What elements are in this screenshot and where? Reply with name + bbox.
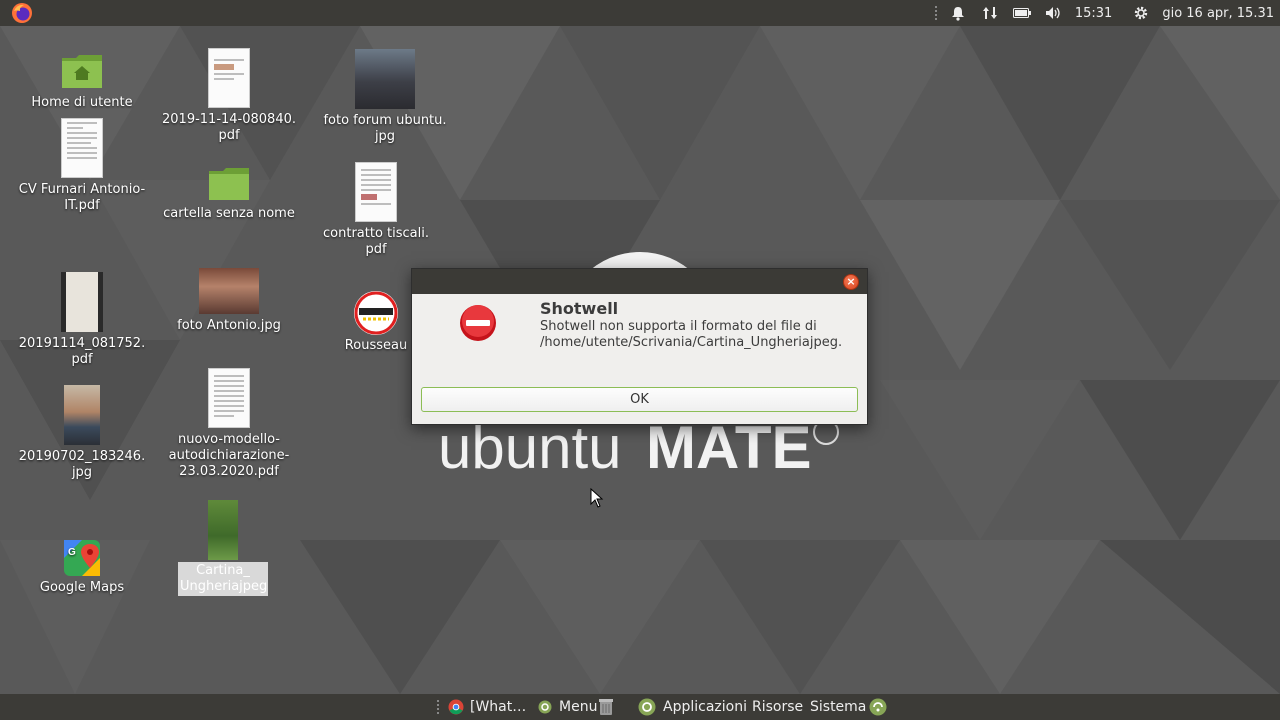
desktop-icon-cartella-senza-nome[interactable]: cartella senza nome [159,166,299,222]
panel-handle [437,694,439,720]
panel-clock[interactable]: 15:31 [1075,6,1112,21]
dialog-message-line: /home/utente/Scrivania/Cartina_Ungheriaj… [540,335,843,350]
menu-label: Menu [559,699,598,715]
battery-icon[interactable] [1011,2,1033,24]
menu-button[interactable]: Menu [538,694,597,720]
desktop-icon-nuovo-modello-pdf[interactable]: nuovo-modello- autodichiarazione- 23.03.… [159,368,299,480]
desktop-icon-rousseau[interactable]: Rousseau [336,290,416,354]
sistema-label: Sistema [810,699,867,715]
google-maps-icon: G [64,540,100,576]
mouse-cursor-icon [590,488,604,508]
pdf-thumbnail-icon [208,368,250,428]
desktop-icon-label: foto forum ubuntu. jpg [323,113,447,144]
firefox-icon[interactable] [11,2,33,24]
rousseau-logo-icon [354,291,398,335]
mate-logo-icon [538,700,552,714]
chrome-icon [448,699,464,715]
panel-separator [934,6,937,20]
photo-thumbnail-icon [64,385,100,445]
desktop-icon-label: CV Furnari Antonio- IT.pdf [18,182,146,213]
dialog-titlebar[interactable]: × [412,269,867,294]
desktop-icon-foto-forum-ubuntu[interactable]: foto forum ubuntu. jpg [315,49,455,145]
network-arrows-icon[interactable] [979,2,1001,24]
desktop-icon-label: 20191114_081752. pdf [18,336,146,367]
desktop-icon-label-selected: Cartina_ Ungheriajpeg [178,562,268,596]
desktop-icon-google-maps[interactable]: G Google Maps [22,538,142,596]
photo-thumbnail-icon [199,268,259,314]
home-folder-icon [62,55,102,88]
desktop-icon-label: Rousseau [344,338,408,353]
volume-icon[interactable] [1043,2,1065,24]
pdf-thumbnail-icon [61,118,103,178]
pdf-thumbnail-icon [208,48,250,108]
dialog-title: Shotwell [540,299,619,318]
desktop-icon-2019-11-14-pdf[interactable]: 2019-11-14-080840. pdf [159,48,299,144]
svg-text:G: G [68,547,76,558]
desktop-icon-label: foto Antonio.jpg [177,318,281,333]
desktop-icon-contratto-tiscali[interactable]: contratto tiscali. pdf [306,162,446,258]
close-icon[interactable]: × [843,274,859,290]
taskbar-button-label: [What… [470,699,527,715]
sistema-menu[interactable]: Sistema [810,694,866,720]
applicazioni-label: Applicazioni [663,699,747,715]
desktop-icon-home[interactable]: Home di utente [22,52,142,111]
taskbar-button-whatsapp[interactable]: [What… [448,694,526,720]
trash-icon[interactable] [598,694,614,720]
folder-icon [209,168,249,200]
panel-datetime[interactable]: gio 16 apr, 15.31 [1162,6,1274,21]
desktop-icon-cv-pdf[interactable]: CV Furnari Antonio- IT.pdf [12,118,152,214]
shotwell-error-dialog: × Shotwell Shotwell non supporta il form… [411,268,868,425]
desktop-icon-20191114-pdf[interactable]: 20191114_081752. pdf [12,272,152,368]
photo-thumbnail-icon [355,49,415,109]
dialog-message-line: Shotwell non supporta il formato del fil… [540,319,817,334]
desktop-icon-label: Home di utente [31,95,133,110]
desktop-icon-label: cartella senza nome [163,206,295,221]
desktop-icon-label: 2019-11-14-080840. pdf [162,112,296,143]
risorse-menu[interactable]: Risorse [752,694,803,720]
desktop-icon-label: 20190702_183246. jpg [18,449,146,480]
pdf-thumbnail-icon [355,162,397,222]
ubuntu-mate-welcome-icon[interactable] [869,694,887,720]
settings-gear-icon[interactable] [1130,2,1152,24]
system-tray: 15:31 gio 16 apr, 15.31 [934,0,1280,26]
mate-logo-icon [638,698,656,716]
applicazioni-menu[interactable]: Applicazioni [638,694,747,720]
desktop-icon-foto-antonio[interactable]: foto Antonio.jpg [159,268,299,334]
pdf-thumbnail-icon [61,272,103,332]
dialog-message: Shotwell non supporta il formato del fil… [540,319,860,351]
desktop-icon-label: Google Maps [39,580,125,595]
desktop-icon-label: contratto tiscali. pdf [323,226,429,257]
desktop-icon-label: nuovo-modello- autodichiarazione- 23.03.… [168,432,290,479]
risorse-label: Risorse [752,699,804,715]
image-thumbnail-icon [208,500,238,560]
error-icon [460,305,496,341]
notification-bell-icon[interactable] [947,2,969,24]
desktop-icon-cartina-ungheria[interactable]: Cartina_ Ungheriajpeg [178,500,268,596]
desktop-icon-20190702-jpg[interactable]: 20190702_183246. jpg [12,385,152,481]
ok-button[interactable]: OK [421,387,858,412]
bottom-panel: [What… Menu Applicazioni Risorse Sistema [0,694,1280,720]
top-panel: 15:31 gio 16 apr, 15.31 [0,0,1280,26]
